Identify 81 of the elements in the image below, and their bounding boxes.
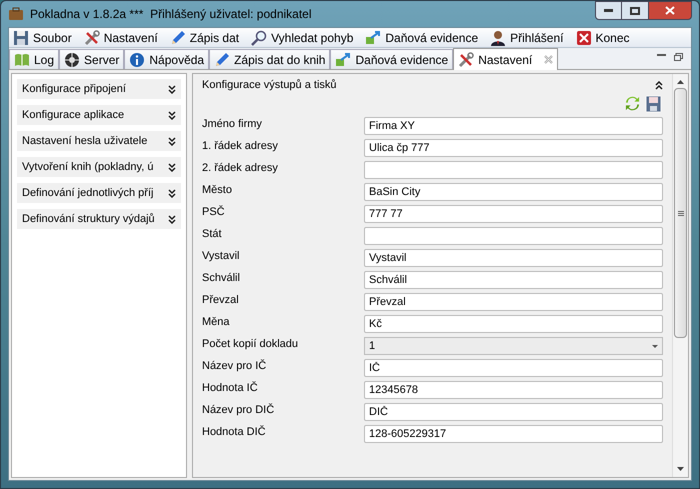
field-label: Vystavil bbox=[202, 249, 240, 264]
close-icon bbox=[665, 6, 675, 15]
dropdown[interactable]: 1 bbox=[364, 337, 663, 355]
field-label: Měna bbox=[202, 315, 231, 330]
field-label: Hodnota DIČ bbox=[202, 424, 267, 440]
sidebar-item[interactable]: Konfigurace aplikace bbox=[17, 105, 181, 125]
field-label: Hodnota IČ bbox=[202, 380, 259, 396]
menu-item[interactable]: Vyhledat pohyb bbox=[251, 28, 354, 46]
panel-title: Konfigurace výstupů a tisků bbox=[202, 78, 337, 93]
save-icon[interactable] bbox=[646, 96, 661, 112]
menu-item[interactable]: Daňová evidence bbox=[365, 28, 478, 46]
restore-icon[interactable] bbox=[674, 53, 683, 61]
pencil-icon bbox=[170, 30, 186, 46]
tab[interactable]: Daňová evidence bbox=[330, 49, 454, 69]
field-label: 1. řádek adresy bbox=[202, 139, 279, 154]
field-label: Stát bbox=[202, 227, 223, 242]
user-icon bbox=[490, 30, 506, 46]
minimize-icon bbox=[604, 9, 613, 12]
tab[interactable]: Zápis dat do knih bbox=[209, 49, 330, 69]
input-field[interactable]: Kč bbox=[364, 315, 663, 333]
scroll-up-icon[interactable] bbox=[677, 80, 684, 84]
collapse-icon[interactable] bbox=[655, 80, 663, 90]
field-label: Název pro DIČ bbox=[202, 402, 276, 418]
tab[interactable]: Nastavení bbox=[453, 48, 558, 70]
minimize-button[interactable] bbox=[595, 1, 622, 20]
field-label: Převzal bbox=[202, 293, 240, 308]
field-label: Počet kopií dokladu bbox=[202, 337, 300, 352]
book-icon bbox=[14, 52, 30, 68]
scrollbar[interactable] bbox=[672, 74, 688, 477]
menu-item[interactable]: Nastavení bbox=[84, 28, 158, 46]
input-field[interactable] bbox=[364, 161, 663, 179]
info-icon bbox=[129, 52, 146, 68]
scrollbar-thumb[interactable] bbox=[674, 88, 687, 338]
caret-icon bbox=[652, 344, 658, 348]
field-label: Jméno firmy bbox=[202, 117, 263, 132]
field-label: 2. řádek adresy bbox=[202, 161, 279, 176]
close-icon bbox=[576, 30, 592, 46]
save-icon bbox=[13, 30, 29, 46]
tools-icon bbox=[458, 52, 474, 68]
tab[interactable]: Nápověda bbox=[124, 49, 210, 69]
field-label: Schválil bbox=[202, 271, 241, 286]
input-field[interactable]: Schválil bbox=[364, 271, 663, 289]
aperture-icon bbox=[64, 52, 80, 68]
sidebar-item[interactable]: Vytvoření knih (pokladny, ú bbox=[17, 157, 181, 177]
transfer-icon bbox=[365, 30, 382, 46]
sidebar-item[interactable]: Definování jednotlivých příj bbox=[17, 183, 181, 203]
field-label: Název pro IČ bbox=[202, 358, 268, 374]
close-icon[interactable] bbox=[544, 55, 554, 64]
input-field[interactable]: Firma XY bbox=[364, 117, 663, 135]
input-field[interactable]: BaSin City bbox=[364, 183, 663, 201]
maximize-button[interactable] bbox=[622, 1, 648, 20]
close-button[interactable] bbox=[648, 1, 692, 20]
menu-item[interactable]: Zápis dat bbox=[170, 28, 240, 46]
input-field[interactable]: Vystavil bbox=[364, 249, 663, 267]
menu-item[interactable]: Soubor bbox=[13, 28, 72, 46]
input-field[interactable]: 128-605229317 bbox=[364, 425, 663, 443]
sidebar-item[interactable]: Nastavení hesla uživatele bbox=[17, 131, 181, 151]
tab[interactable]: Log bbox=[9, 49, 60, 69]
pencil-icon bbox=[214, 52, 230, 68]
maximize-icon bbox=[630, 6, 640, 14]
input-field[interactable]: 12345678 bbox=[364, 381, 663, 399]
transfer-icon bbox=[335, 52, 352, 68]
tab[interactable]: Server bbox=[59, 49, 124, 69]
minimize-icon[interactable] bbox=[657, 53, 666, 57]
tools-icon bbox=[84, 30, 100, 46]
refresh-icon[interactable] bbox=[625, 96, 640, 111]
window-title: Pokladna v 1.8.2a *** Přihlášený uživatel: podnikatel bbox=[30, 6, 312, 23]
menu-item[interactable]: Konec bbox=[576, 28, 630, 46]
search-icon bbox=[251, 30, 268, 46]
input-field[interactable]: 777 77 bbox=[364, 205, 663, 223]
field-label: PSČ bbox=[202, 204, 226, 220]
input-field[interactable]: Převzal bbox=[364, 293, 663, 311]
field-label: Město bbox=[202, 183, 233, 198]
input-field[interactable] bbox=[364, 227, 663, 245]
sidebar-item[interactable]: Definování struktury výdajů bbox=[17, 209, 181, 229]
briefcase-icon bbox=[8, 7, 24, 21]
scroll-down-icon[interactable] bbox=[677, 467, 684, 471]
menu-item[interactable]: Přihlášení bbox=[490, 28, 564, 46]
input-field[interactable]: Ulica čp 777 bbox=[364, 139, 663, 157]
sidebar-item[interactable]: Konfigurace připojení bbox=[17, 79, 181, 99]
grip-icon bbox=[678, 210, 684, 216]
